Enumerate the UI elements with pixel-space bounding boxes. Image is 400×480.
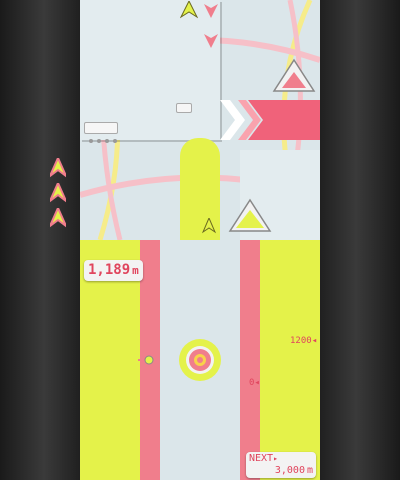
marker-label: 1200 (290, 336, 312, 346)
right-pink-strip (240, 240, 260, 480)
top-right-bezel (320, 0, 400, 240)
next-distance: 3,000 (274, 465, 305, 476)
player-ship-icon (180, 1, 198, 19)
enemy-arrow-icon (204, 34, 218, 48)
marker-1200: 1200◂ (290, 336, 317, 346)
target-ring-icon (179, 339, 221, 381)
right-lime-strip (260, 240, 320, 480)
lives-column (50, 158, 70, 228)
upper-left-panel (80, 0, 220, 140)
next-arrow-icon: ▸ (273, 454, 278, 463)
marker-arrow-icon: ◂ (254, 378, 260, 388)
bottom-right-bezel (320, 240, 400, 480)
distance-readout: 1,189 m (84, 260, 143, 281)
bottom-left-bezel (0, 240, 80, 480)
triangle-gauge-icon (272, 58, 316, 92)
top-screen (0, 0, 400, 240)
next-value-row: 3,000 m (246, 465, 316, 477)
distance-value: 1,189 (88, 262, 131, 278)
triangle-gauge-icon (228, 198, 272, 232)
top-playfield (80, 0, 320, 240)
player-ship-icon (202, 218, 216, 234)
next-unit: m (306, 465, 313, 476)
next-label-row: NEXT▸ (246, 452, 316, 465)
life-ship-icon (50, 183, 66, 203)
player-position-icon (138, 355, 160, 365)
marker-0: 0◂ (249, 378, 260, 388)
distance-unit: m (132, 264, 139, 277)
life-ship-icon (50, 208, 66, 228)
life-ship-icon (50, 158, 66, 178)
item-chip (84, 122, 118, 134)
next-label: NEXT (249, 453, 274, 464)
enemy-arrow-icon (204, 4, 218, 18)
marker-arrow-icon: ◂ (311, 336, 318, 346)
dot-row (89, 139, 117, 143)
next-goal-readout: NEXT▸ 3,000 m (246, 452, 316, 478)
bottom-screen: 1,189 m 1200◂ 0◂ NEXT▸ 3,000 m (0, 240, 400, 480)
item-chip (176, 103, 192, 113)
pink-chevron-band (220, 100, 320, 140)
